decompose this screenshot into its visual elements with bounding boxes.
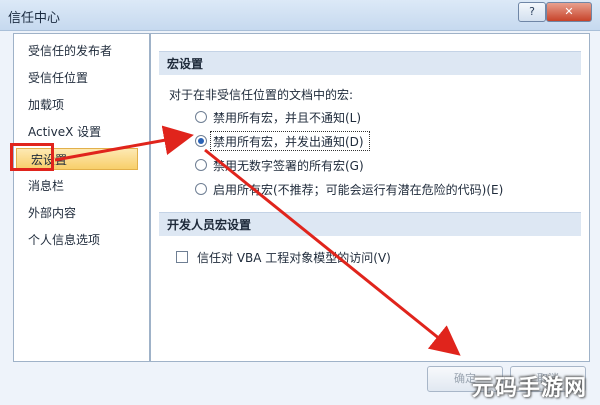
watermark-text: 元码手游网 (472, 376, 588, 401)
arrow-to-ok-button (204, 148, 461, 356)
trust-center-dialog: 信任中心 ? ✕ 受信任的发布者 受信任位置 加载项 ActiveX 设置 宏设… (0, 0, 600, 405)
annotation-arrows (54, 125, 461, 356)
arrow-to-macro-option (54, 125, 194, 162)
